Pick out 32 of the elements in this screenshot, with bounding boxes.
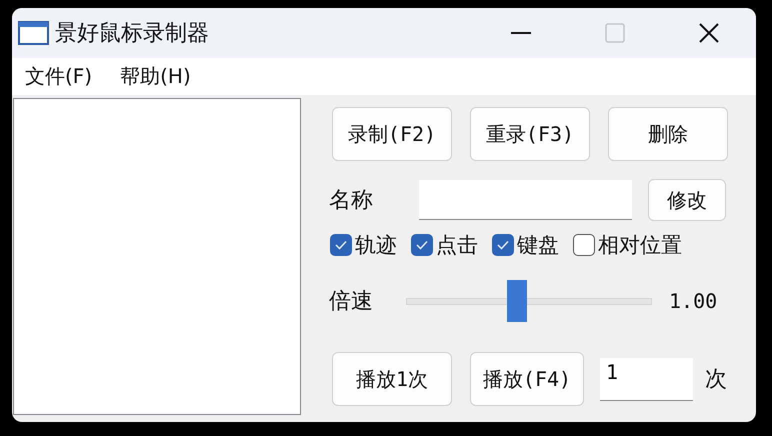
maximize-icon xyxy=(605,23,625,43)
checkbox-label: 键盘 xyxy=(517,232,559,259)
play-button[interactable]: 播放(F4) xyxy=(470,352,584,406)
speed-value: 1.00 xyxy=(669,289,718,313)
play-button[interactable]: 播放1次 xyxy=(332,352,452,406)
speed-label: 倍速 xyxy=(329,288,374,316)
count-unit: 次 xyxy=(705,366,727,394)
record-button[interactable]: 重录(F3) xyxy=(470,107,590,161)
checkbox[interactable] xyxy=(492,234,514,256)
check-icon xyxy=(497,240,509,250)
name-label: 名称 xyxy=(329,187,374,215)
window-title: 景好鼠标录制器 xyxy=(55,20,210,48)
menu-item[interactable]: 文件(F) xyxy=(25,63,92,90)
checkbox-label: 点击 xyxy=(436,232,478,259)
close-icon[interactable] xyxy=(698,22,720,44)
app-icon xyxy=(18,21,49,45)
count-field[interactable]: 1 xyxy=(600,358,693,400)
slider-thumb[interactable] xyxy=(506,280,527,322)
checkbox-label: 相对位置 xyxy=(598,232,682,259)
edit-button[interactable]: 修改 xyxy=(648,179,726,221)
checkbox[interactable] xyxy=(573,234,595,256)
check-icon xyxy=(335,240,347,250)
speed-slider[interactable] xyxy=(406,280,652,322)
checkbox[interactable] xyxy=(411,234,433,256)
menu-item[interactable]: 帮助(H) xyxy=(120,63,191,90)
checkbox-label: 轨迹 xyxy=(355,232,397,259)
record-button[interactable]: 删除 xyxy=(608,107,728,161)
check-icon xyxy=(416,240,428,250)
minimize-icon[interactable] xyxy=(511,31,531,35)
record-button[interactable]: 录制(F2) xyxy=(332,107,452,161)
checkbox[interactable] xyxy=(330,234,352,256)
name-field[interactable] xyxy=(419,180,632,220)
